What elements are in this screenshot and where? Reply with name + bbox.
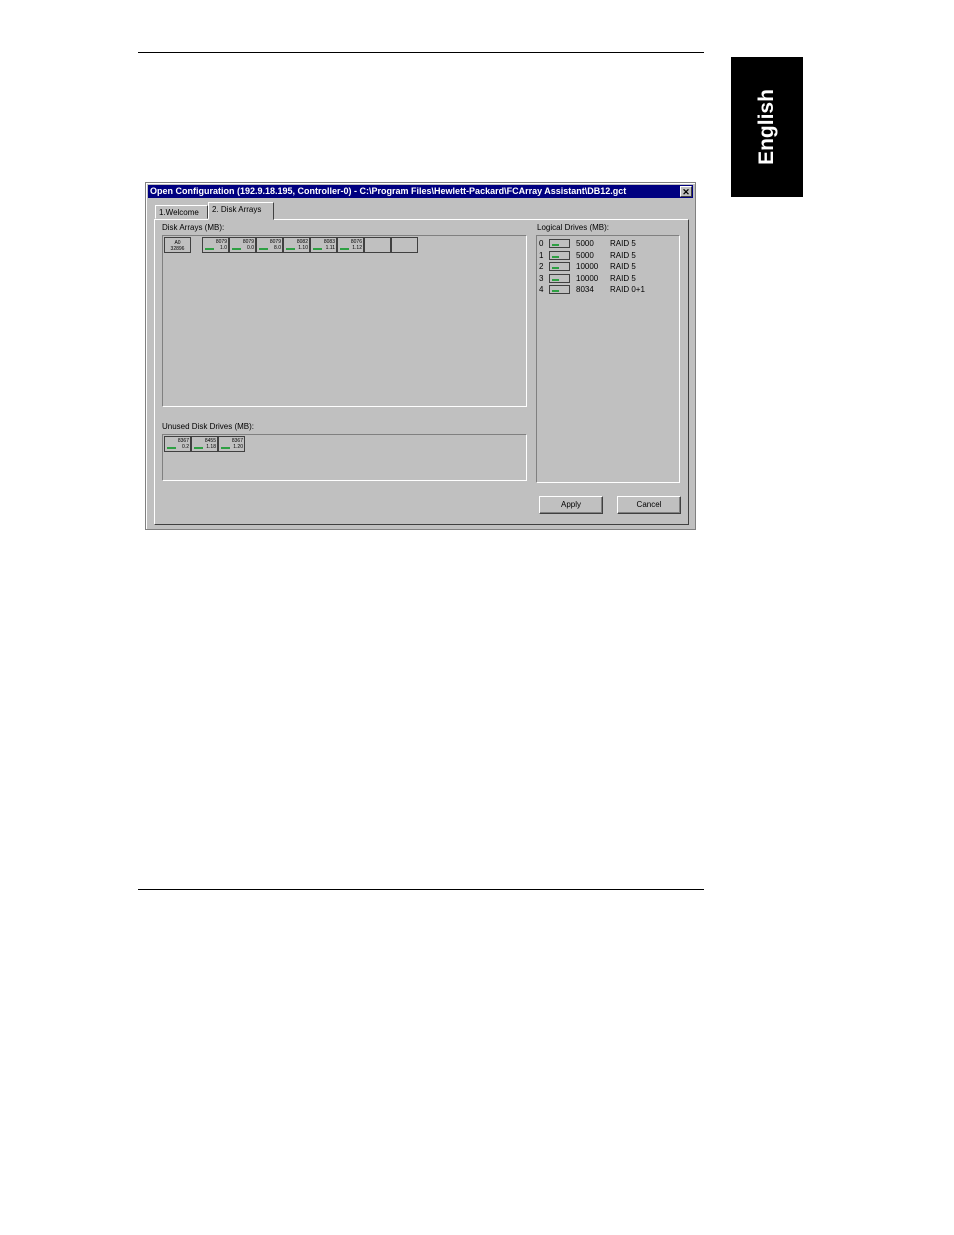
dialog-title: Open Configuration (192.9.18.195, Contro… [150,186,627,196]
tab-welcome[interactable]: 1.Welcome [155,205,208,219]
drive-slot: 1.11 [325,245,335,251]
drive-slot: 1.10 [298,245,308,251]
language-label: English [755,89,778,165]
disk-drive-cell[interactable]: 8455 1.18 [191,436,218,452]
tab-disk-arrays[interactable]: 2. Disk Arrays [208,202,274,220]
apply-button[interactable]: Apply [539,496,603,514]
disk-drive-cell[interactable]: 8079 8.0 [256,237,283,253]
disk-drive-cell[interactable]: 8367 0.2 [164,436,191,452]
drive-slot: 0.2 [182,444,189,450]
drive-status-icon [340,248,349,250]
tab-disk-arrays-label: 2. Disk Arrays [212,205,262,214]
logical-drive-index: 0 [539,239,544,248]
logical-drive-size: 5000 [576,239,594,248]
disk-drive-cell[interactable]: 8076 1.12 [337,237,364,253]
logical-drives-list[interactable]: 0 5000 RAID 5 1 5000 RAID 5 2 10000 RAID 5 3 10000… [536,235,680,483]
unused-drives-label: Unused Disk Drives (MB): [162,422,255,431]
drive-slot: 8.0 [274,245,281,251]
logical-drive-size: 10000 [576,262,599,271]
disk-arrays-panel: Disk Arrays (MB): A0 32896 8079 1.0 8079 0.0 8… [154,219,689,525]
disk-array-cell[interactable]: A0 32896 [164,237,191,253]
logical-drive-icon [549,285,570,294]
logical-drive-index: 3 [539,273,544,283]
disk-drive-cell[interactable]: 8079 1.0 [202,237,229,253]
drive-slot: 1.0 [220,245,227,251]
logical-drive-icon [549,239,570,248]
drive-status-icon [313,248,322,250]
dialog-titlebar: Open Configuration (192.9.18.195, Contro… [148,185,693,198]
cancel-button[interactable]: Cancel [617,496,681,514]
logical-drive-row[interactable]: 1 5000 RAID 5 [539,250,677,261]
logical-drive-index: 1 [539,250,544,260]
unused-drives-area[interactable]: 8367 0.2 8455 1.18 8367 1.20 [162,434,527,481]
logical-drive-raid: RAID 5 [610,250,636,260]
drive-status-icon [232,248,241,250]
logical-drive-row[interactable]: 2 10000 RAID 5 [539,261,677,272]
drive-status-icon [221,447,230,449]
drive-status-icon [167,447,176,449]
logical-drive-size: 5000 [576,250,594,260]
disk-arrays-area[interactable]: A0 32896 8079 1.0 8079 0.0 8079 8.0 8082 1.10 8083… [162,235,527,407]
disk-drive-cell[interactable]: 8079 0.0 [229,237,256,253]
drive-status-icon [286,248,295,250]
drive-status-icon [205,248,214,250]
disk-arrays-label: Disk Arrays (MB): [162,223,225,232]
empty-drive-slot[interactable] [391,237,418,253]
drive-slot: 1.12 [352,245,362,251]
logical-drive-row[interactable]: 0 5000 RAID 5 [539,238,677,249]
disk-drive-cell[interactable]: 8082 1.10 [283,237,310,253]
tab-welcome-label: 1.Welcome [159,208,199,217]
logical-drive-icon [549,273,570,283]
logical-drive-index: 2 [539,262,544,271]
logical-drives-label: Logical Drives (MB): [537,223,610,232]
top-rule [138,52,704,53]
drive-slot: 0.0 [247,245,254,251]
drive-status-icon [259,248,268,250]
language-side-tab: English [731,57,803,197]
disk-drive-cell[interactable]: 8367 1.20 [218,436,245,452]
logical-drive-index: 4 [539,285,544,294]
drive-slot: 32896 [170,246,185,252]
drive-status-icon [194,447,203,449]
logical-drive-raid: RAID 5 [610,262,636,271]
close-icon: ✕ [682,187,690,197]
drive-slot: 1.18 [206,444,216,450]
open-configuration-dialog: Open Configuration (192.9.18.195, Contro… [145,182,696,530]
empty-drive-slot[interactable] [364,237,391,253]
logical-drive-size: 8034 [576,285,594,294]
bottom-rule [138,889,704,890]
logical-drive-row[interactable]: 4 8034 RAID 0+1 [539,284,677,295]
drive-slot: 1.20 [233,444,243,450]
logical-drive-raid: RAID 5 [610,239,636,248]
logical-drive-size: 10000 [576,273,599,283]
disk-drive-cell[interactable]: 8083 1.11 [310,237,337,253]
logical-drive-raid: RAID 0+1 [610,285,645,294]
logical-drive-raid: RAID 5 [610,273,636,283]
logical-drive-icon [549,250,570,260]
logical-drive-row[interactable]: 3 10000 RAID 5 [539,273,677,284]
logical-drive-icon [549,262,570,271]
close-button[interactable]: ✕ [680,186,692,197]
